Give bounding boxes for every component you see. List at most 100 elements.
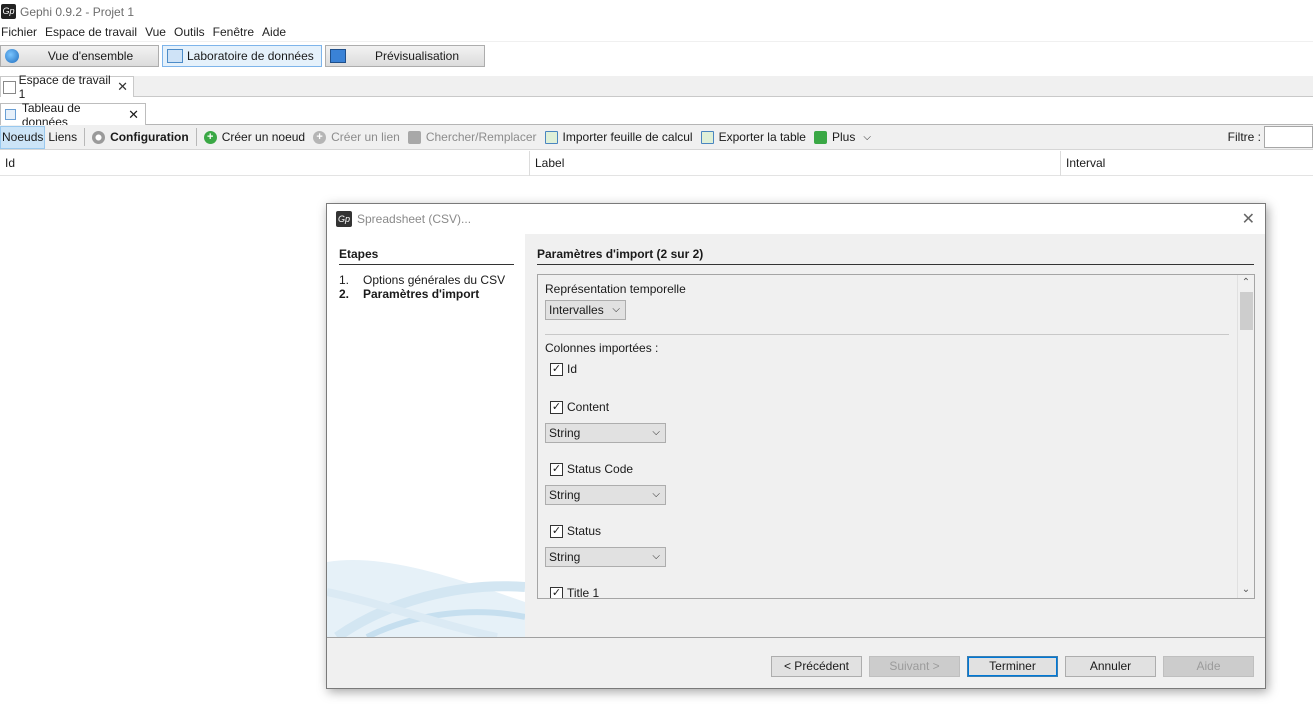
column-name: Status [567,524,602,538]
column-checkbox-id[interactable]: ✓ Id [550,362,577,376]
vertical-scrollbar[interactable]: ⌃ ⌄ [1237,275,1254,598]
import-spreadsheet-label: Importer feuille de calcul [562,130,693,144]
create-node-button[interactable]: + Créer un noeud [200,126,309,149]
finish-button[interactable]: Terminer [967,656,1058,677]
column-type-value: String [549,488,581,502]
add-icon: + [313,130,327,144]
chevron-down-icon: ⌵ [652,427,660,438]
menu-window[interactable]: Fenêtre [212,25,261,39]
more-label: Plus [831,130,856,144]
column-checkbox-status[interactable]: ✓ Status [550,524,601,538]
step-number: 2. [339,287,350,301]
overview-button[interactable]: Vue d'ensemble [0,45,159,67]
column-name: Status Code [567,462,634,476]
monitor-icon [330,49,346,63]
section-divider [545,334,1229,335]
params-title: Paramètres d'import (2 sur 2) [537,247,1254,265]
gephi-logo-icon: Gp [336,211,352,227]
spreadsheet-icon [544,130,558,144]
more-button[interactable]: Plus ⌵ [810,126,875,149]
overview-label: Vue d'ensemble [47,49,134,63]
add-icon: + [203,130,217,144]
close-icon[interactable]: ✕ [128,107,139,123]
menu-tools[interactable]: Outils [173,25,212,39]
edges-toggle[interactable]: Liens [45,126,81,149]
toolbar-separator [195,128,197,146]
close-icon[interactable]: ✕ [1242,209,1255,229]
workspace-icon [3,80,16,94]
menu-help[interactable]: Aide [261,25,293,39]
data-lab-button[interactable]: Laboratoire de données [162,45,322,67]
chevron-down-icon: ⌵ [863,131,871,143]
imported-columns-label: Colonnes importées : [545,341,659,355]
column-type-select-content[interactable]: String ⌵ [545,423,666,443]
help-button[interactable]: Aide [1163,656,1254,677]
chevron-down-icon: ⌵ [652,551,660,562]
column-checkbox-status-code[interactable]: ✓ Status Code [550,462,633,476]
cancel-button[interactable]: Annuler [1065,656,1156,677]
gear-icon [92,130,106,144]
configuration-button[interactable]: Configuration [88,126,193,149]
filter-input[interactable] [1264,126,1313,148]
steps-title: Etapes [339,247,514,265]
preview-label: Prévisualisation [374,49,460,63]
perspective-bar: Vue d'ensemble Laboratoire de données Pr… [0,43,1313,69]
workspace-tab[interactable]: Espace de travail 1 ✕ [0,73,134,101]
column-type-value: String [549,426,581,440]
menu-view[interactable]: Vue [144,25,173,39]
data-table-tab-bar: Tableau de données ✕ [0,101,1313,129]
menu-bar: Fichier Espace de travail Vue Outils Fen… [0,23,1313,42]
column-type-value: String [549,550,581,564]
column-header-interval[interactable]: Interval [1061,151,1313,176]
checkbox-check-icon: ✓ [550,362,563,376]
nodes-toggle[interactable]: Noeuds [0,125,46,149]
import-settings-content: Représentation temporelle Intervalles ⌵ … [538,275,1236,599]
decorative-swirl-image [327,560,525,637]
step-number: 1. [339,273,350,287]
toolbar-separator [84,128,86,146]
export-table-button[interactable]: Exporter la table [697,126,810,149]
search-replace-button[interactable]: Chercher/Remplacer [404,126,541,149]
previous-button[interactable]: < Précédent [771,656,862,677]
checkbox-check-icon: ✓ [550,400,563,414]
next-button[interactable]: Suivant > [869,656,960,677]
spreadsheet-icon [700,130,714,144]
column-type-select-status[interactable]: String ⌵ [545,547,666,567]
create-edge-button[interactable]: + Créer un lien [309,126,404,149]
title-bar: Gp Gephi 0.9.2 - Projet 1 [0,0,1313,23]
scroll-up-icon[interactable]: ⌃ [1238,275,1254,291]
data-table-tab[interactable]: Tableau de données ✕ [0,101,146,129]
menu-workspace[interactable]: Espace de travail [44,25,144,39]
column-header-id[interactable]: Id [0,151,530,176]
puzzle-icon [813,130,827,144]
temporal-representation-select[interactable]: Intervalles ⌵ [545,300,626,320]
workspace-tab-label: Espace de travail 1 [18,73,111,101]
checkbox-check-icon: ✓ [550,462,563,476]
scrollbar-thumb[interactable] [1240,292,1253,330]
step-label: Paramètres d'import [363,287,480,301]
scroll-down-icon[interactable]: ⌄ [1238,582,1254,598]
import-dialog: Gp Spreadsheet (CSV)... ✕ Etapes 1. Optio… [326,203,1266,689]
step-label: Options générales du CSV [363,273,506,287]
window-title: Gephi 0.9.2 - Projet 1 [20,4,135,19]
globe-icon [5,49,19,63]
column-checkbox-title-1[interactable]: ✓ Title 1 [550,586,600,599]
chevron-down-icon: ⌵ [612,304,620,315]
column-name: Title 1 [567,586,600,599]
column-name: Id [567,362,578,376]
preview-button[interactable]: Prévisualisation [325,45,485,67]
column-header-label[interactable]: Label [530,151,1061,176]
import-spreadsheet-button[interactable]: Importer feuille de calcul [541,126,697,149]
column-type-select-status-code[interactable]: String ⌵ [545,485,666,505]
temporal-representation-label: Représentation temporelle [545,282,686,296]
workspace-tab-bar: Espace de travail 1 ✕ [0,73,1313,101]
gephi-logo-icon: Gp [1,4,16,19]
menu-file[interactable]: Fichier [0,25,44,39]
filter-label: Filtre : [1227,130,1261,144]
dialog-title-bar: Gp Spreadsheet (CSV)... ✕ [327,204,1265,234]
dialog-title: Spreadsheet (CSV)... [357,212,472,226]
column-checkbox-content[interactable]: ✓ Content [550,400,609,414]
step-item-current: 2. Paramètres d'import [339,287,479,301]
checkbox-check-icon: ✓ [550,586,563,599]
close-icon[interactable]: ✕ [117,79,128,95]
